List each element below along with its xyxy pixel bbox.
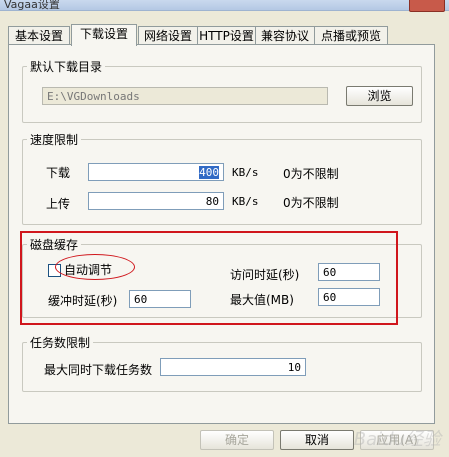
tab-network[interactable]: 网络设置 — [138, 26, 198, 45]
ok-button[interactable]: 确定 — [200, 430, 274, 450]
tab-vod[interactable]: 点播或预览 — [314, 26, 388, 45]
upload-speed-unit: KB/s — [232, 195, 259, 208]
tab-compat[interactable]: 兼容协议 — [255, 26, 315, 45]
upload-speed-input[interactable]: 80 — [88, 192, 224, 210]
close-window-icon[interactable] — [409, 0, 445, 12]
annotation-ellipse — [55, 254, 135, 280]
default-dir-legend: 默认下载目录 — [27, 58, 106, 75]
browse-button[interactable]: 浏览 — [346, 86, 413, 106]
max-tasks-input[interactable]: 10 — [160, 358, 306, 376]
speed-limit-group: 速度限制 — [22, 131, 422, 225]
title-bar: Vagaa设置 — [0, 0, 449, 12]
upload-speed-hint: 0为不限制 — [283, 196, 339, 210]
tab-basic[interactable]: 基本设置 — [8, 26, 70, 45]
window-title: Vagaa设置 — [4, 0, 60, 11]
tab-http[interactable]: HTTP设置 — [197, 26, 256, 45]
download-speed-value: 400 — [199, 166, 219, 179]
download-speed-input[interactable]: 400 — [88, 163, 224, 181]
download-speed-hint: 0为不限制 — [283, 167, 339, 181]
download-speed-unit: KB/s — [232, 166, 259, 179]
upload-speed-label: 上传 — [46, 197, 71, 211]
speed-limit-legend: 速度限制 — [27, 131, 82, 148]
download-speed-label: 下载 — [46, 166, 71, 180]
download-dir-field: E:\VGDownloads — [42, 87, 328, 105]
cancel-button[interactable]: 取消 — [280, 430, 354, 450]
max-tasks-label: 最大同时下载任务数 — [44, 363, 153, 377]
tab-download[interactable]: 下载设置 — [71, 24, 137, 46]
task-limit-legend: 任务数限制 — [27, 334, 94, 351]
watermark-logo: Baidu经验 — [353, 429, 441, 450]
